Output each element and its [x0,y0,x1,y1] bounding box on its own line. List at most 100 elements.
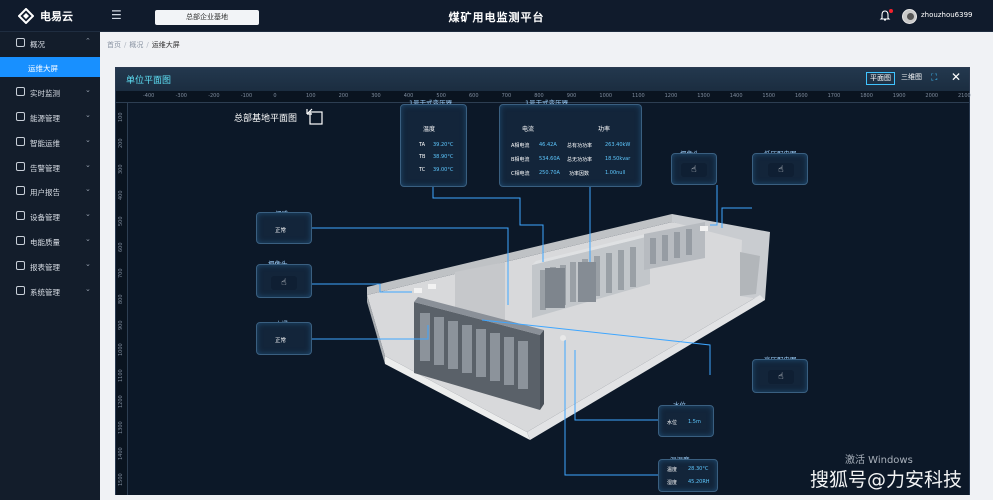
tools-icon [16,137,25,146]
sidebar-item-smart-ops[interactable]: 智能运维 ⌄ [0,132,100,152]
avatar[interactable] [902,9,917,24]
panel-scrollbar[interactable] [970,91,976,491]
panel-header [116,68,969,91]
transformer2-row-name: A相电流 [511,143,530,149]
sidebar-item-label: 概况 [30,40,45,49]
ruler-tick-label: 1000 [599,93,613,99]
ruler-tick-label: 300 [118,164,124,174]
sidebar-item-label: 能源管理 [30,114,60,123]
username[interactable]: zhouzhou6399 [921,11,972,19]
fullscreen-icon[interactable]: ⛶ [931,74,940,83]
sidebar-item-label: 智能运维 [30,139,60,148]
thermo-value-hum: 45.20RH [688,479,710,485]
ruler-tick-label: 1200 [664,93,678,99]
transformer2-row-value: 534.60A [539,156,560,162]
sidebar-item-reports[interactable]: 报表管理 ⌄ [0,256,100,276]
sidebar-item-label: 告警管理 [30,164,60,173]
sidebar-item-label: 运维大屏 [28,64,58,73]
thermo-label-hum: 湿度 [667,480,678,486]
ruler-tick-label: 1200 [118,395,124,408]
breadcrumb: 首页 / 概况 / 运维大屏 [107,41,180,49]
transformer2-col-current: 电流 [522,126,535,133]
ruler-tick-label: 1100 [118,369,124,382]
ruler-tick-label: 1600 [795,93,808,99]
transformer1-row-value: 38.90°C [433,154,454,160]
breadcrumb-overview[interactable]: 概况 [129,41,143,49]
transformer2-row-value2: 18.50kvar [605,156,631,162]
transformer2-row-name: C相电流 [511,171,530,177]
sidebar-item-label: 实时监测 [30,89,60,98]
breadcrumb-current: 运维大屏 [151,41,180,49]
ruler-tick-label: 1900 [892,93,906,99]
device-icon [16,211,25,220]
chevron-down-icon: ⌄ [85,86,91,94]
sidebar-item-system[interactable]: 系统管理 ⌄ [0,281,100,301]
sidebar-item-user-report[interactable]: 用户报告 ⌄ [0,181,100,201]
ruler-tick-label: 2000 [925,93,939,99]
ruler-tick-label: 100 [306,93,316,99]
report-icon [16,186,25,195]
sidebar-item-device[interactable]: 设备管理 ⌄ [0,206,100,226]
transformer2-row-value: 250.70A [539,170,560,176]
transformer2-row-value2: 263.40kW [605,142,631,148]
back-arrow-icon[interactable] [306,108,323,125]
transformer1-row-name: TC [419,167,426,173]
plan-title: 总部基地平面图 [234,114,298,124]
ruler-tick-label: 200 [338,93,349,99]
transformer1-header: 温度 [423,126,436,133]
sidebar-item-alarm[interactable]: 告警管理 ⌄ [0,157,100,177]
hand-pointer-icon[interactable]: ☝ [768,370,794,384]
transformer2-row-name2: 总有功功率 [567,143,593,149]
energy-icon [16,112,25,121]
sidebar-item-label: 系统管理 [30,288,60,297]
ruler-tick-label: 1300 [118,421,124,434]
transformer2-row-name2: 功率因数 [569,171,590,177]
view-3d-button[interactable]: 三维图 [898,72,925,85]
dashboard-icon [16,38,25,47]
ruler-tick-label: 1000 [118,343,124,356]
alarm-icon [16,162,25,171]
ruler-tick-label: -100 [240,93,253,99]
transformer1-row-value: 39.20°C [433,142,454,148]
ruler-tick-label: 1100 [632,93,645,99]
sidebar-item-label: 用户报告 [30,188,60,197]
transformer2-row-value2: 1.00null [605,170,626,176]
hand-pointer-icon[interactable]: ☝ [271,276,297,290]
chevron-down-icon: ⌄ [85,285,91,293]
view-2d-button[interactable]: 平面图 [866,72,895,85]
sidebar-item-label: 设备管理 [30,213,60,222]
ruler-tick-label: 700 [118,268,124,278]
chevron-down-icon: ⌄ [85,185,91,193]
hand-pointer-icon[interactable]: ☝ [681,163,707,177]
thermo-card[interactable] [658,459,718,492]
transformer2-row-name2: 总无功功率 [567,157,593,163]
sidebar-item-ops-screen[interactable]: 运维大屏 [0,57,100,77]
ruler-tick-label: 1400 [729,93,743,99]
sidebar-item-power-quality[interactable]: 电能质量 ⌄ [0,231,100,251]
ruler-tick-label: 300 [371,93,381,99]
monitor-icon [16,87,25,96]
close-icon[interactable]: ✕ [951,71,961,83]
ruler-tick-label: 200 [118,138,124,148]
ruler-tick-label: 700 [501,93,512,99]
chevron-down-icon: ⌄ [85,111,91,119]
transformer1-row-name: TB [419,154,426,160]
ruler-tick-label: 400 [118,190,124,200]
hand-pointer-icon[interactable]: ☝ [768,163,794,177]
ruler-tick-label: 600 [469,93,479,99]
app-title: 煤矿用电监测平台 [448,11,545,24]
breadcrumb-home[interactable]: 首页 [107,41,121,49]
sidebar-item-realtime[interactable]: 实时监测 ⌄ [0,82,100,102]
sidebar-item-label: 电能质量 [30,238,60,247]
chevron-down-icon: ⌄ [85,161,91,169]
ruler-tick-label: 0 [273,93,277,99]
thermo-value-temp: 28.30°C [688,466,709,472]
sidebar-item-overview[interactable]: 概况 ⌃ [0,33,100,53]
panel-title: 单位平面图 [126,76,172,86]
ruler-tick-label: 1500 [762,93,776,99]
transformer1-row-value: 39.00°C [433,167,454,173]
level-value: 1.5m [688,419,701,425]
ruler-tick-label: 1300 [697,93,710,99]
transformer2-col-power: 功率 [598,126,611,133]
sidebar-item-energy[interactable]: 能源管理 ⌄ [0,107,100,127]
